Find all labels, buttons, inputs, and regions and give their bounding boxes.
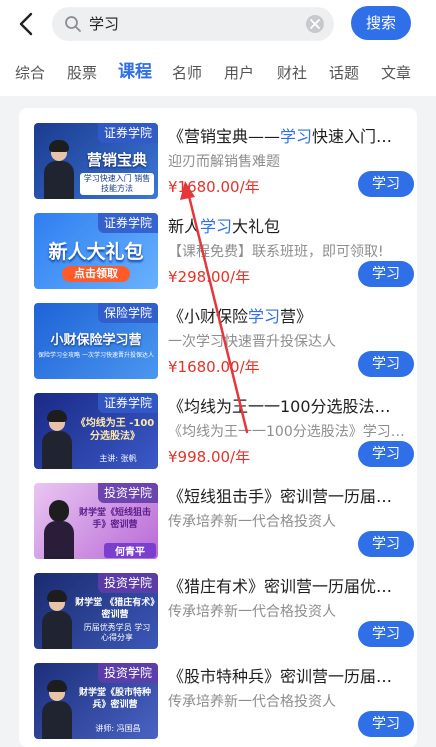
tab-topics[interactable]: 话题 — [329, 62, 359, 84]
course-category-badge: 证券学院 — [97, 123, 158, 143]
thumbnail-headline: 营销宝典 — [86, 151, 147, 169]
course-item[interactable]: 证券学院 《均线为王 -100分选股法》 主讲: 张帆 《均线为王一一100分选… — [19, 378, 417, 469]
thumbnail-caption: 主讲: 张帆 — [99, 454, 137, 463]
course-thumbnail[interactable]: 证券学院 《均线为王 -100分选股法》 主讲: 张帆 — [34, 393, 158, 469]
course-thumbnail[interactable]: 投资学院 财学堂 《猎庄有术》密训营 历届优秀学员 学习心得分享 — [34, 573, 158, 649]
course-title[interactable]: 《营销宝典——学习快速入门… — [168, 126, 404, 148]
course-item[interactable]: 投资学院 财学堂 《猎庄有术》密训营 历届优秀学员 学习心得分享 《猎庄有术》密… — [19, 558, 417, 649]
course-list: 证券学院 营销宝典 学习快速入门 销售技能方法 《营销宝典——学习快速入门… 迎… — [19, 108, 417, 747]
course-price: ¥1680.00/年 — [168, 358, 260, 376]
course-item[interactable]: 投资学院 财学堂《股市特种兵》密训营 讲师: 冯国昌 《股市特种兵》密训营一历届… — [19, 648, 417, 739]
course-subtitle: 传承培养新一代合格投资人 — [168, 514, 336, 530]
course-item[interactable]: 证券学院 营销宝典 学习快速入门 销售技能方法 《营销宝典——学习快速入门… 迎… — [19, 108, 417, 199]
tab-finance-club[interactable]: 财社 — [277, 62, 307, 84]
course-title[interactable]: 新人学习大礼包 — [168, 216, 404, 238]
course-subtitle: 传承培养新一代合格投资人 — [168, 604, 336, 620]
thumbnail-headline: 《均线为王 -100分选股法》 — [75, 418, 155, 442]
tab-courses[interactable]: 课程 — [118, 61, 152, 83]
course-category-badge: 证券学院 — [97, 393, 158, 413]
course-subtitle: 《均线为王一一100分选股法》学习… — [168, 424, 404, 440]
thumbnail-caption: 何青平 — [104, 543, 156, 558]
thumbnail-caption: 点击领取 — [62, 266, 130, 282]
course-category-badge: 投资学院 — [97, 663, 158, 683]
learn-button[interactable]: 学习 — [358, 711, 414, 737]
tab-teachers[interactable]: 名师 — [172, 62, 202, 84]
close-circle-icon[interactable] — [306, 15, 324, 33]
thumbnail-headline: 小财保险学习营 — [50, 333, 142, 348]
thumbnail-caption: 讲师: 冯国昌 — [95, 724, 141, 733]
learn-button[interactable]: 学习 — [358, 261, 414, 287]
thumbnail-headline: 财学堂《短线狙击手》密训营 — [78, 508, 151, 530]
category-tabs: 综合 股票 课程 名师 用户 财社 话题 文章 — [0, 50, 436, 96]
learn-button[interactable]: 学习 — [358, 531, 414, 557]
course-category-badge: 投资学院 — [97, 483, 158, 503]
thumbnail-headline: 财学堂《股市特种兵》密训营 — [78, 688, 151, 710]
tab-comprehensive[interactable]: 综合 — [15, 62, 45, 84]
thumbnail-caption: 历届优秀学员 学习心得分享 — [83, 623, 151, 642]
course-item[interactable]: 投资学院 财学堂《短线狙击手》密训营 何青平 《短线狙击手》密训营一历届… 传承… — [19, 468, 417, 559]
thumbnail-headline: 财学堂 《猎庄有术》密训营 — [75, 598, 155, 620]
course-price: ¥1680.00/年 — [168, 178, 260, 196]
course-thumbnail[interactable]: 保险学院 小财保险学习营 保险学习全攻略 一次学习快速晋升投保达人 — [34, 303, 158, 379]
course-thumbnail[interactable]: 证券学院 新人大礼包 点击领取 — [34, 213, 158, 289]
search-box[interactable]: 学习 — [52, 7, 334, 41]
course-title[interactable]: 《均线为王一一100分选股法… — [168, 396, 404, 418]
course-subtitle: 一次学习快速晋升投保达人 — [168, 334, 336, 350]
thumbnail-headline: 新人大礼包 — [48, 241, 144, 263]
course-title[interactable]: 《小财保险学习营》 — [168, 306, 404, 328]
thumbnail-caption: 保险学习全攻略 一次学习快速晋升投保达人 — [38, 352, 154, 359]
learn-button[interactable]: 学习 — [358, 441, 414, 467]
chevron-left-icon[interactable] — [14, 10, 40, 38]
search-input[interactable]: 学习 — [89, 13, 119, 35]
tab-stocks[interactable]: 股票 — [67, 62, 97, 84]
course-item[interactable]: 证券学院 新人大礼包 点击领取 新人学习大礼包 【课程免费】联系班班，即可领取!… — [19, 198, 417, 289]
course-price: ¥998.00/年 — [168, 448, 251, 466]
course-title[interactable]: 《短线狙击手》密训营一历届… — [168, 486, 404, 508]
learn-button[interactable]: 学习 — [358, 621, 414, 647]
course-price: ¥298.00/年 — [168, 268, 251, 286]
course-subtitle: 传承培养新一代合格投资人 — [168, 694, 336, 710]
course-category-badge: 保险学院 — [97, 303, 158, 323]
tab-users[interactable]: 用户 — [224, 62, 254, 84]
search-icon — [64, 15, 82, 33]
tab-articles[interactable]: 文章 — [381, 62, 411, 84]
course-thumbnail[interactable]: 证券学院 营销宝典 学习快速入门 销售技能方法 — [34, 123, 158, 199]
course-subtitle: 【课程免费】联系班班，即可领取! — [168, 244, 384, 260]
learn-button[interactable]: 学习 — [358, 171, 414, 197]
course-category-badge: 证券学院 — [97, 213, 158, 233]
thumbnail-caption: 学习快速入门 销售技能方法 — [80, 173, 154, 195]
search-button[interactable]: 搜索 — [351, 6, 411, 40]
course-item[interactable]: 保险学院 小财保险学习营 保险学习全攻略 一次学习快速晋升投保达人 《小财保险学… — [19, 288, 417, 379]
course-title[interactable]: 《股市特种兵》密训营一历届… — [168, 666, 404, 688]
course-subtitle: 迎刃而解销售难题 — [168, 154, 280, 170]
course-thumbnail[interactable]: 投资学院 财学堂《股市特种兵》密训营 讲师: 冯国昌 — [34, 663, 158, 739]
course-thumbnail[interactable]: 投资学院 财学堂《短线狙击手》密训营 何青平 — [34, 483, 158, 559]
search-header: 学习 搜索 — [0, 0, 436, 50]
course-category-badge: 投资学院 — [97, 573, 158, 593]
learn-button[interactable]: 学习 — [358, 351, 414, 377]
course-title[interactable]: 《猎庄有术》密训营一历届优… — [168, 576, 404, 598]
